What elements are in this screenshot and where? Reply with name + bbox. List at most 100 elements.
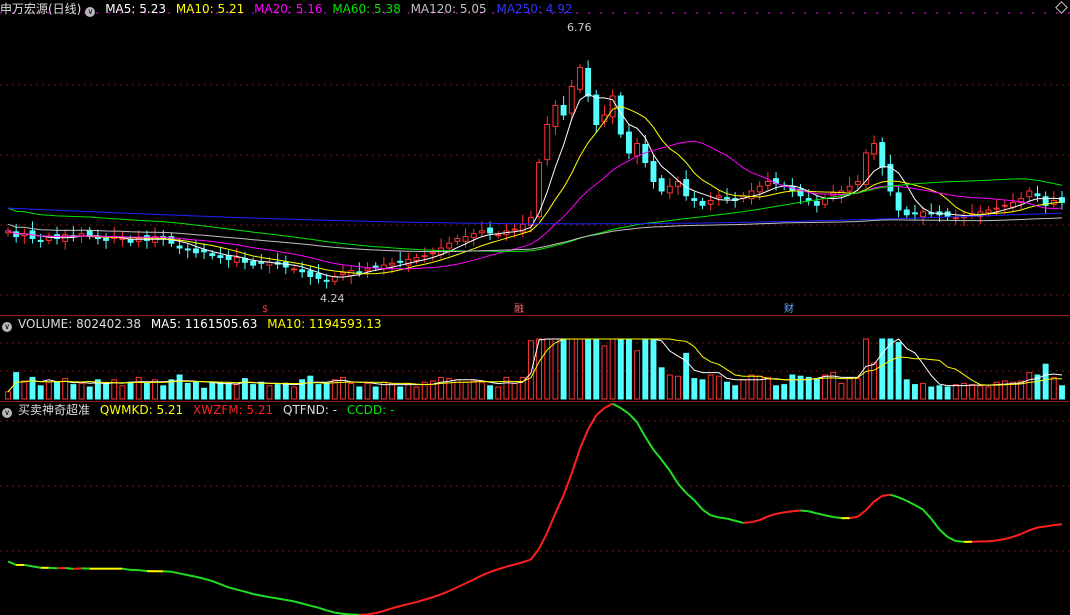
candle-body [952,217,959,220]
volume-bar [192,381,199,400]
candle-body [86,230,93,237]
candle-body [985,209,992,214]
volume-bar [397,386,404,400]
volume-bar [45,381,52,400]
candle-body [446,242,453,249]
indicator-segment [644,436,655,451]
volume-bar [323,382,330,400]
candle-body [658,178,665,192]
candle-body [552,105,559,127]
candle-body [576,67,583,90]
indicator-segment [228,586,238,591]
indicator-header: ∨ 买卖神奇超准 QWMKD: 5.21 XWZFM: 5.21 QTFND: -… [0,401,400,419]
volume-label: VOLUME: 802402.38 [18,317,141,331]
indicator-pane[interactable]: ∨ 买卖神奇超准 QWMKD: 5.21 XWZFM: 5.21 QTFND: -… [0,401,1070,615]
price-header: 申万宏源(日线) ∨ MA5: 5.23 MA10: 5.21 MA20: 5.1… [0,0,578,18]
indicator-segment [833,516,842,520]
volume-bar [911,384,918,400]
indicator-segment [579,428,590,450]
indicator-segment [32,565,41,569]
candle-body [78,233,85,237]
candle-body [201,249,208,253]
indicator-segment [767,512,777,518]
volume-bar [846,376,853,400]
indicator-segment [326,609,336,614]
candle-body [103,238,109,241]
volume-bar [54,381,60,400]
volume-bar [666,374,673,400]
volume-bar [715,375,722,400]
indicator-segment [930,518,941,531]
volume-bar [527,340,534,400]
volume-bar [585,338,592,400]
indicator-segment [24,563,33,568]
volume-bar [70,384,77,400]
indicator-segment [1045,524,1055,528]
volume-bar [21,380,28,400]
volume-pane[interactable]: ∨ VOLUME: 802402.38 MA5: 1161505.63 MA10:… [0,315,1070,401]
indicator-segment [996,538,1005,542]
volume-bar [813,378,820,400]
candle-body [495,234,502,237]
indicator-segment [399,603,409,608]
volume-bar [78,382,85,400]
indicator-segment [914,504,924,511]
volume-bar [233,384,240,400]
indicator-segment [538,532,549,550]
indicator-segment [269,596,278,600]
candle-body [544,124,551,161]
volume-bar [658,367,665,400]
indicator-segment [440,590,450,596]
xwzfm-label: XWZFM: 5.21 [193,403,274,417]
candle-body [691,198,698,202]
high-annotation: 6.76 [567,21,592,34]
candle-body [94,237,101,240]
candle-body [560,105,567,116]
candle-body [299,269,306,273]
indicator-segment [236,588,246,593]
volume-bar [470,380,477,400]
candle-body [666,185,673,194]
candle-body [315,273,322,279]
candle-body [634,143,641,157]
volume-bar [920,382,927,400]
indicator-segment [1029,526,1038,532]
volume-bar [944,386,951,400]
volume-bar [732,385,739,400]
indicator-segment [873,495,883,503]
collapse-icon[interactable]: ∨ [2,408,12,418]
volume-bar [503,376,510,400]
indicator-segment [636,421,647,438]
indicator-segment [775,511,785,515]
volume-bar [601,345,608,400]
candle-body [250,260,257,266]
collapse-icon[interactable]: ∨ [2,322,12,332]
candle-body [822,198,829,205]
indicator-segment [497,565,507,571]
indicator-segment [587,414,598,430]
volume-bar [307,375,314,400]
candle-body [511,228,518,231]
indicator-segment [277,597,286,601]
collapse-icon[interactable]: ∨ [85,7,96,17]
indicator-segment [424,596,434,601]
ma60-label: MA60: 5.38 [332,2,401,16]
candle-body [920,211,927,218]
volume-bar [1059,385,1065,400]
indicator-segment [603,402,614,409]
volume-bar [5,391,11,400]
price-pane[interactable]: 申万宏源(日线) ∨ MA5: 5.23 MA10: 5.21 MA20: 5.1… [0,0,1070,315]
volume-bar [675,375,681,400]
candle-body [756,185,763,193]
indicator-segment [456,582,466,589]
indicator-segment [808,510,818,515]
indicator-segment [293,600,303,605]
volume-bar [634,350,641,400]
ma20-label: MA20: 5.16 [254,2,323,16]
volume-bar [593,338,600,400]
indicator-segment [570,448,581,474]
volume-bar [291,386,297,400]
indicator-segment [383,607,393,612]
volume-bar [135,376,142,400]
candle-body [879,142,886,168]
